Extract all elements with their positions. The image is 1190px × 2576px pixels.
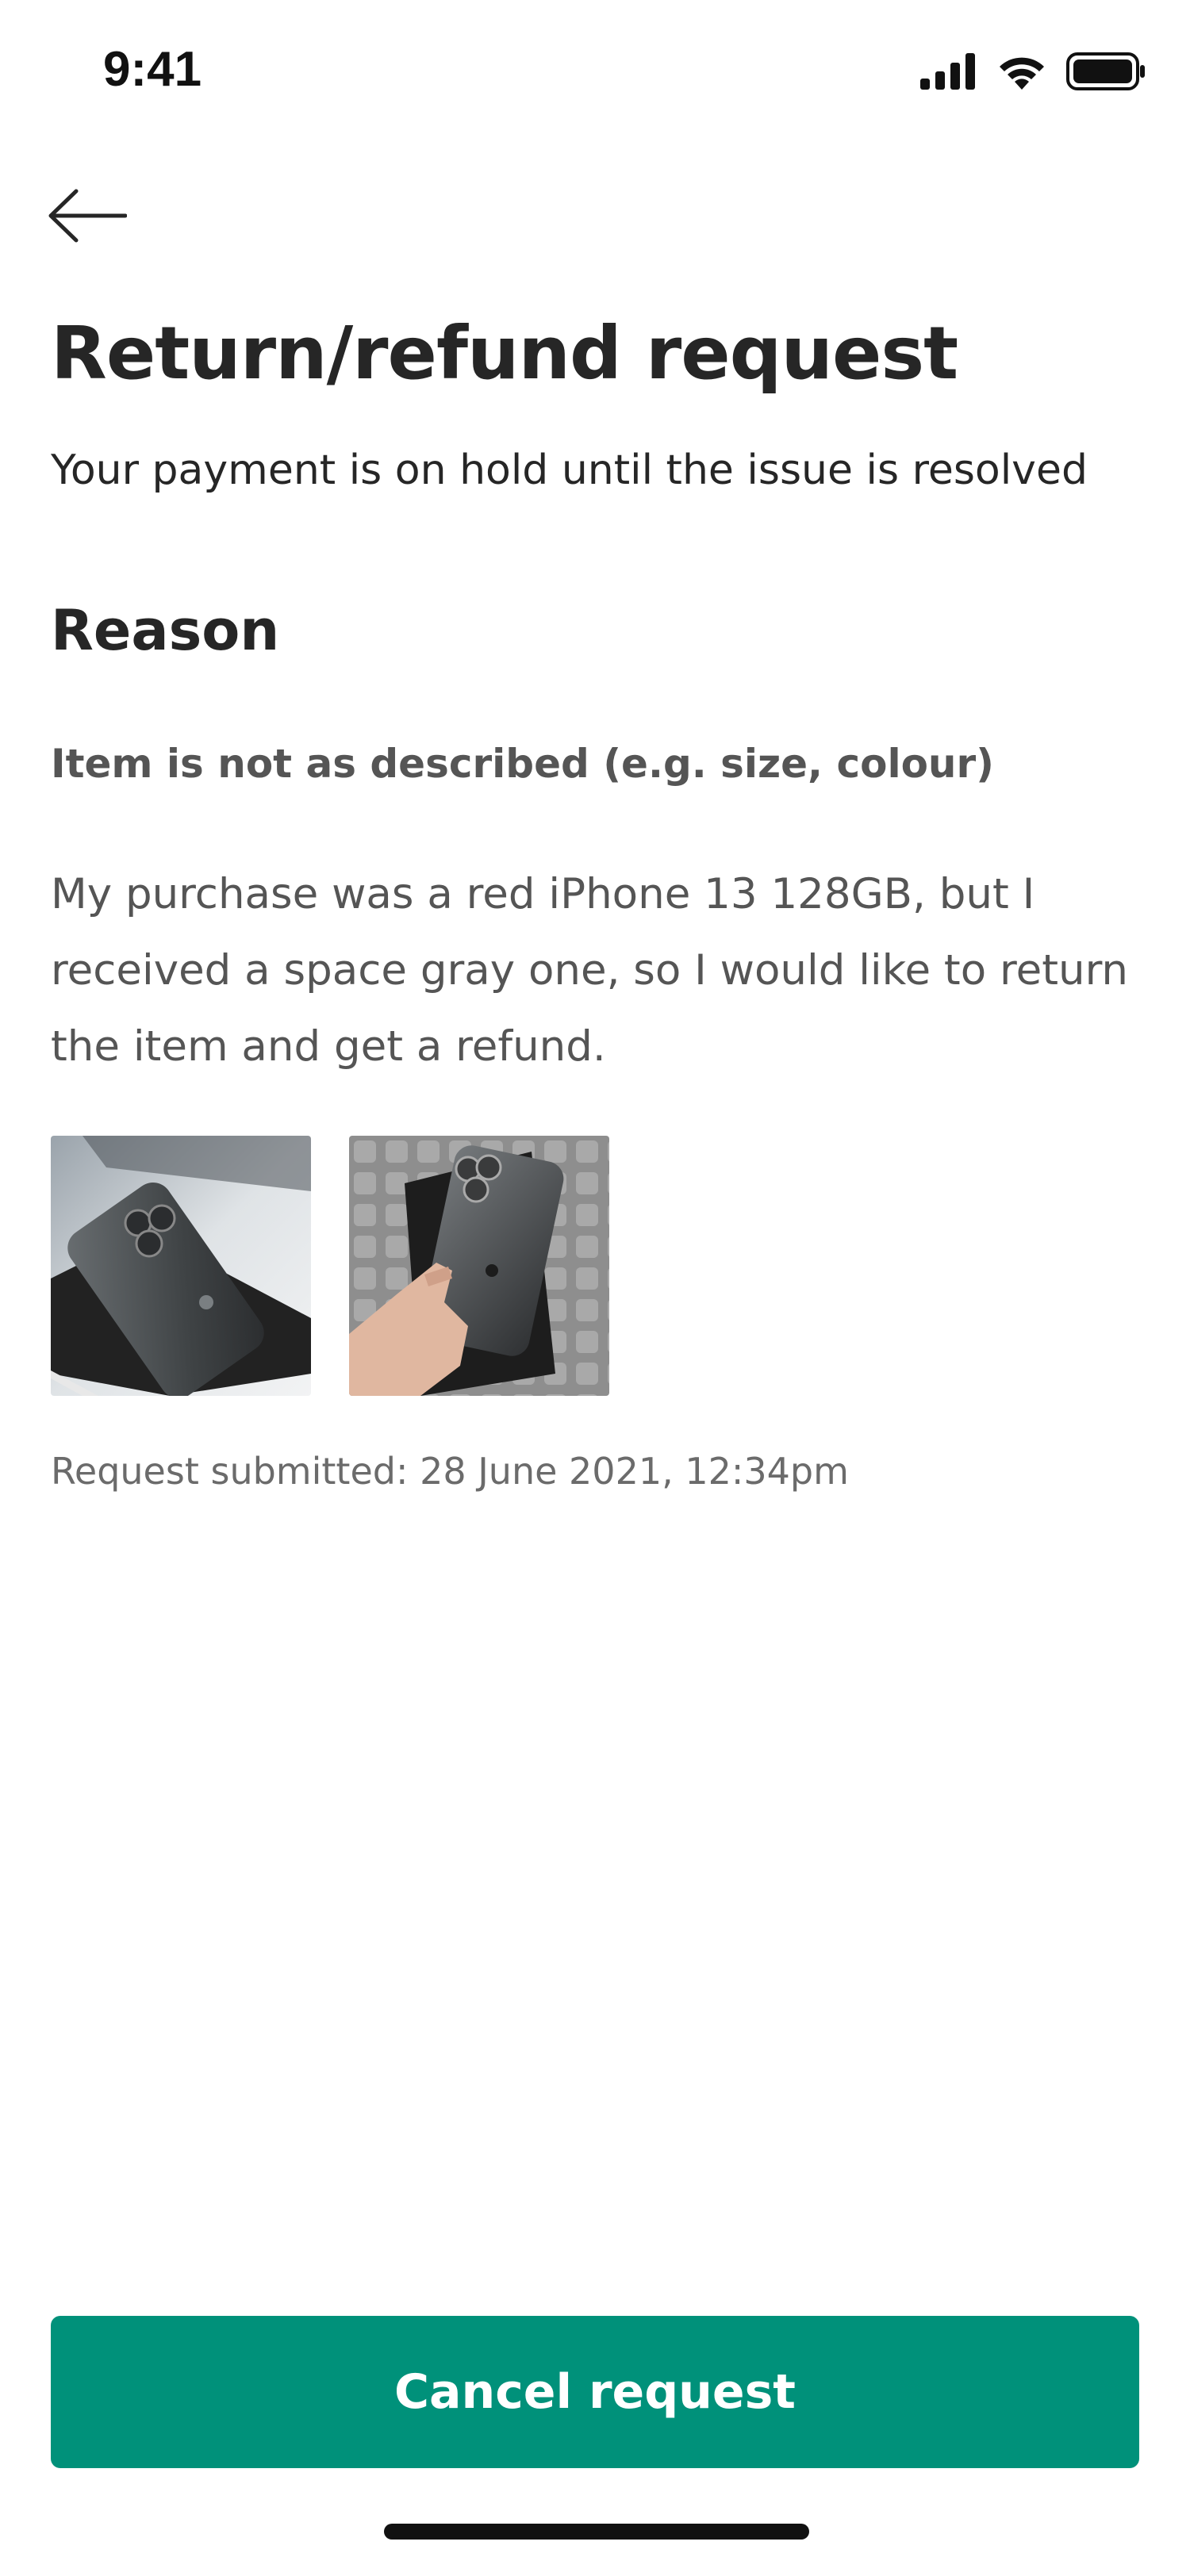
reason-heading: Reason xyxy=(51,598,280,663)
home-indicator xyxy=(384,2524,809,2540)
page-subtitle: Your payment is on hold until the issue … xyxy=(51,447,1088,494)
arrow-left-icon xyxy=(48,188,128,247)
status-time: 9:41 xyxy=(103,42,202,97)
reason-description: My purchase was a red iPhone 13 128GB, b… xyxy=(51,870,1129,1071)
back-button[interactable] xyxy=(48,186,135,249)
status-bar: 9:41 xyxy=(0,0,1190,143)
battery-icon xyxy=(1066,52,1146,94)
hand-holding-space-gray-iphone-photo[interactable] xyxy=(349,1136,609,1396)
cellular-signal-icon xyxy=(920,53,977,93)
reason-label: Item is not as described (e.g. size, col… xyxy=(51,741,995,787)
request-submitted-timestamp: Request submitted: 28 June 2021, 12:34pm xyxy=(51,1450,849,1493)
wifi-icon xyxy=(996,53,1047,93)
page-title: Return/refund request xyxy=(51,311,958,396)
photo-attachments xyxy=(51,1136,609,1396)
cancel-request-button[interactable]: Cancel request xyxy=(51,2316,1139,2468)
status-icons xyxy=(920,52,1146,94)
space-gray-iphone-on-box-photo[interactable] xyxy=(51,1136,311,1396)
